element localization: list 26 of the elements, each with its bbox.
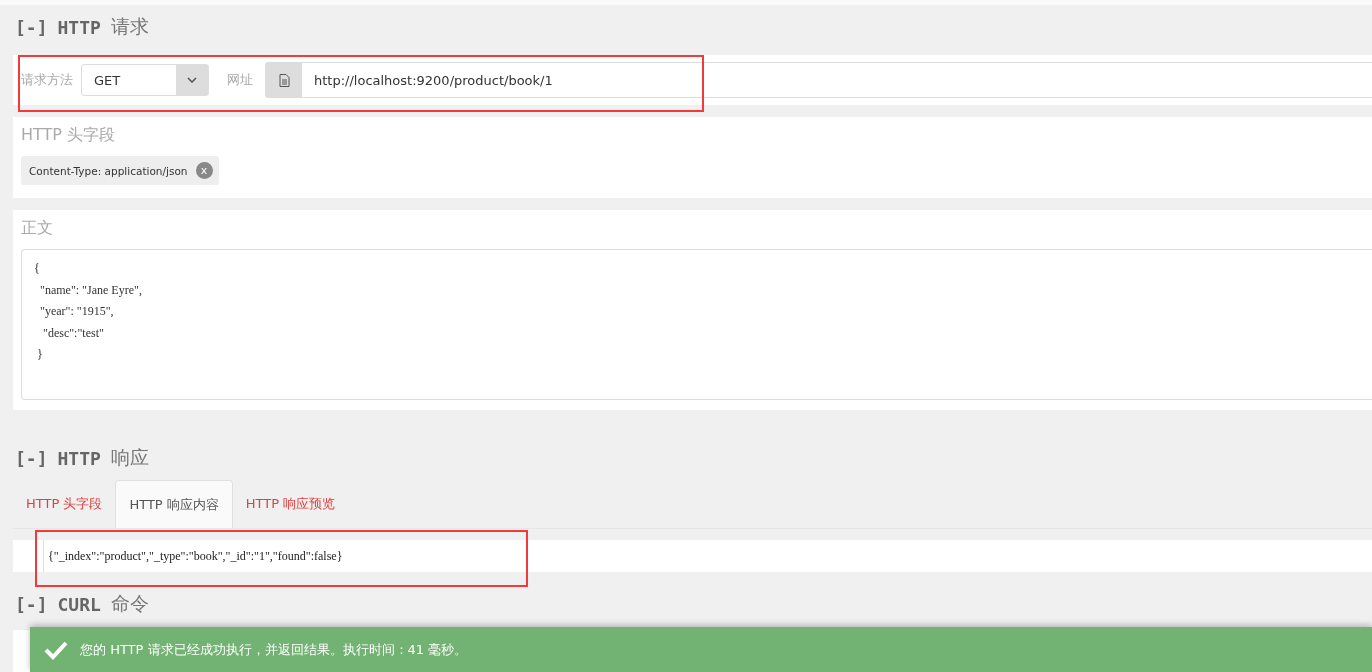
section-subtitle: 请求	[110, 14, 149, 39]
method-label: 请求方法	[21, 71, 73, 89]
body-editor[interactable]: { "name": "Jane Eyre", "year": "1915", "desc":"test" }	[21, 249, 1372, 400]
collapse-toggle[interactable]: [-]	[15, 16, 48, 38]
tag-label: Content-Type: application/json	[29, 164, 188, 177]
section-title: HTTP	[57, 447, 101, 469]
section-title: CURL	[57, 593, 101, 615]
collapse-toggle[interactable]: [-]	[15, 593, 48, 615]
response-json: {"_index":"product","_type":"book","_id":"1","found":false}	[43, 540, 343, 572]
response-tab[interactable]: HTTP 响应预览	[232, 480, 349, 528]
section-subtitle: 响应	[110, 445, 149, 470]
response-tab[interactable]: HTTP 响应内容	[115, 480, 233, 528]
panel-title: HTTP 头字段	[21, 125, 117, 146]
section-title: HTTP	[57, 16, 101, 38]
toast-message: 您的 HTTP 请求已经成功执行，并返回结果。执行时间：41 毫秒。	[80, 640, 468, 659]
method-dropdown[interactable]: GET	[81, 64, 209, 96]
response-tab[interactable]: HTTP 头字段	[13, 480, 116, 528]
url-field[interactable]: http://localhost:9200/product/book/1	[265, 62, 1372, 98]
collapse-toggle[interactable]: [-]	[15, 447, 48, 469]
remove-tag-button[interactable]: x	[195, 162, 213, 179]
document-icon	[278, 73, 290, 87]
panel-title: 正文	[21, 218, 54, 239]
chevron-down-icon	[187, 77, 197, 83]
url-label: 网址	[227, 71, 253, 89]
check-icon	[44, 639, 68, 660]
section-subtitle: 命令	[110, 591, 149, 616]
